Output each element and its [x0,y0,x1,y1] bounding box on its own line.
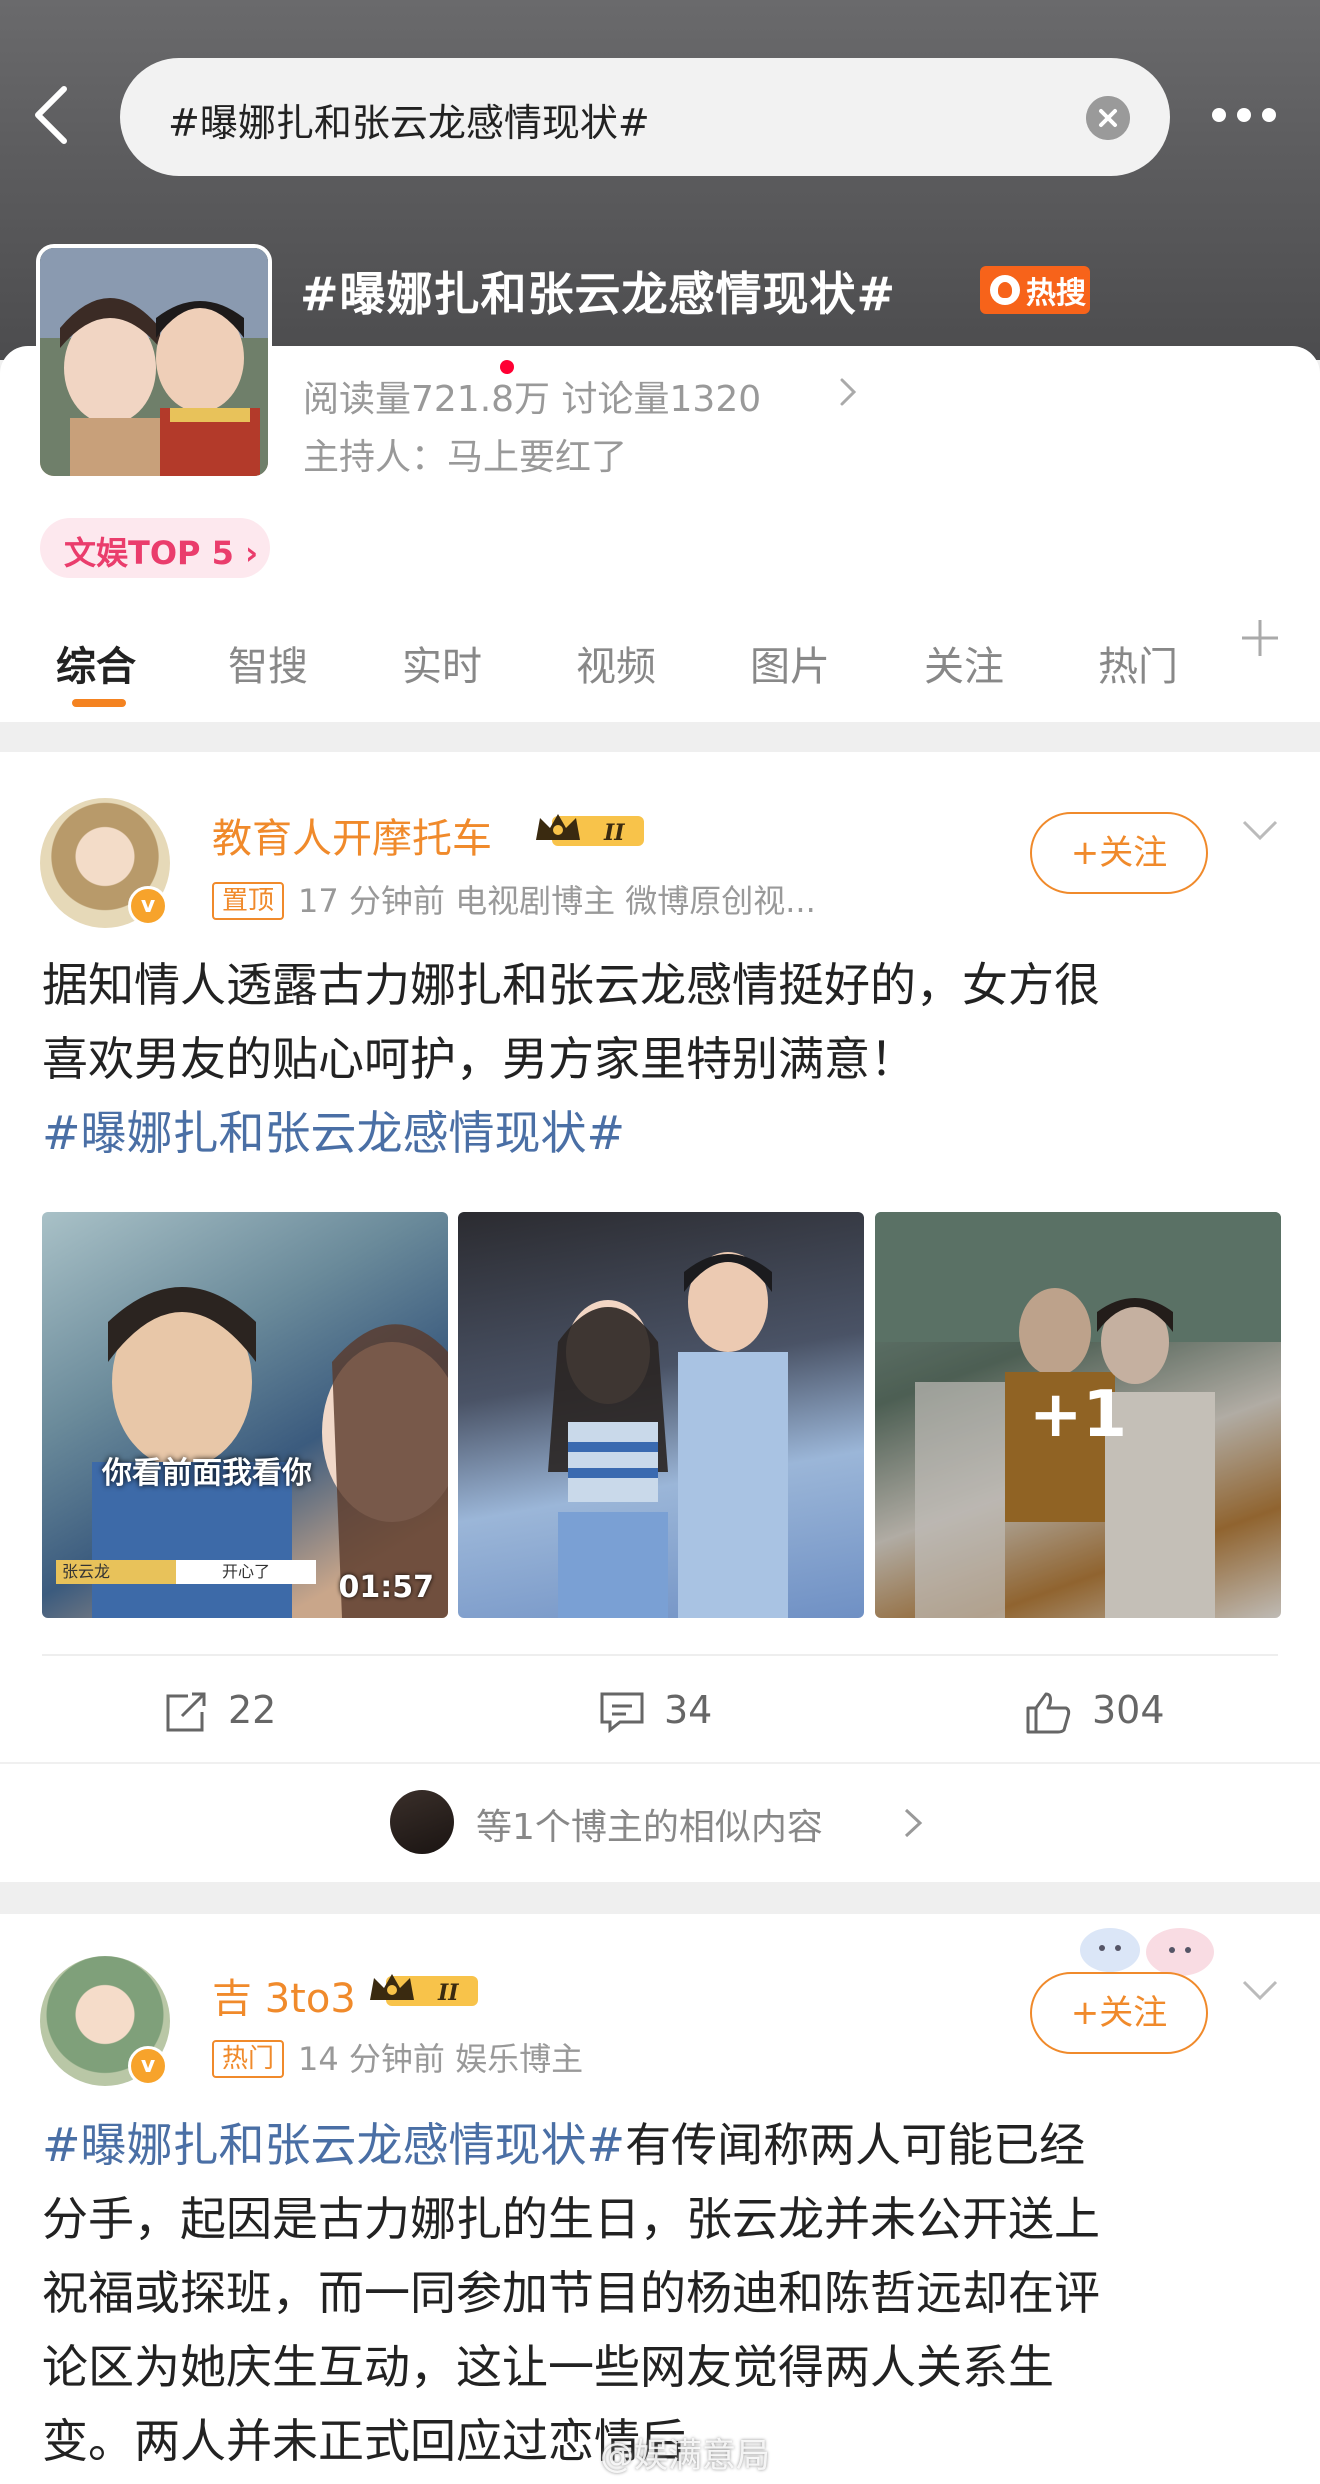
video-frame [92,1287,448,1618]
topic-cover-image [36,244,272,480]
chevron-right-icon[interactable] [902,1806,924,1840]
tab-smart-search[interactable]: 智搜 [228,634,308,692]
video-caption-text: 开心了 [176,1560,316,1584]
post-meta: 置顶 17 分钟前 电视剧博主 微博原创视... [212,876,816,922]
hot-tag: 热门 [212,2040,285,2078]
video-duration: 01:57 [338,1570,435,1605]
chevron-down-icon[interactable] [1240,818,1280,842]
search-input[interactable]: #曝娜扎和张云龙感情现状# [168,92,650,147]
rank-badge[interactable]: 文娱TOP 5 › [40,518,270,578]
post-text: #曝娜扎和张云龙感情现状#有传闻称两人可能已经 分手，起因是古力娜扎的生日，张云… [42,2118,1100,2468]
more-images-count: +1 [875,1212,1281,1618]
like-count[interactable]: 304 [1092,1688,1165,1732]
tab-images[interactable]: 图片 [750,634,830,692]
photo-frame [548,1252,788,1618]
repost-count[interactable]: 22 [228,1688,276,1732]
post-meta: 热门 14 分钟前 娱乐博主 [212,2034,583,2080]
post-image-thumbnail[interactable] [458,1212,864,1618]
clear-search-icon[interactable] [1086,96,1130,140]
tab-bar: 综合 智搜 实时 视频 图片 关注 热门 [0,616,1320,712]
post-image-thumbnail[interactable]: +1 [875,1212,1281,1618]
hot-search-badge: 热搜 [980,266,1090,314]
level-crown-icon: II [370,1974,478,2006]
post-text: 据知情人透露古力娜扎和张云龙感情挺好的，女方很 喜欢男友的贴心呵护，男方家里特别… [42,948,1282,1170]
tab-realtime[interactable]: 实时 [402,634,482,692]
back-arrow-icon[interactable] [32,85,72,145]
like-icon[interactable] [1024,1690,1072,1734]
watermark: @娱满意局 [600,2436,770,2476]
repost-icon[interactable] [162,1690,210,1734]
topic-stats: 阅读量721.8万 讨论量1320 [303,379,762,420]
post-card[interactable]: v 教育人开摩托车 II 置顶 17 分钟前 电视剧博主 微博原创视... +关注… [0,752,1320,1882]
tab-video[interactable]: 视频 [576,634,656,692]
flame-icon [990,275,1020,305]
similar-content-text[interactable]: 等1个博主的相似内容 [476,1798,823,1850]
post-video-thumbnail[interactable]: 你看前面我看你 张云龙 开心了 01:57 [42,1212,448,1618]
divider [42,1654,1278,1656]
svg-text:II: II [603,820,625,846]
tab-comprehensive[interactable]: 综合 [56,634,136,692]
video-subtitle: 你看前面我看你 [102,1456,312,1491]
topic-hashtag-link[interactable]: #曝娜扎和张云龙感情现状# [42,2118,625,2172]
chevron-down-icon[interactable] [1240,1978,1280,2002]
similar-avatar [390,1790,454,1854]
follow-button[interactable]: +关注 [1030,1972,1208,2054]
pinned-tag: 置顶 [212,882,285,920]
level-crown-icon: II [536,814,644,846]
topic-hashtag-link[interactable]: #曝娜扎和张云龙感情现状# [42,1096,1282,1170]
topic-title: #曝娜扎和张云龙感情现状# [300,267,897,321]
tab-popular[interactable]: 热门 [1098,634,1180,692]
cover-photo [40,248,268,476]
search-bar[interactable]: #曝娜扎和张云龙感情现状# [120,58,1170,176]
post-username[interactable]: 吉 3to3 [212,1966,356,2024]
comment-icon[interactable] [598,1690,646,1734]
comment-count[interactable]: 34 [664,1688,712,1732]
svg-text:II: II [437,1980,459,2006]
follow-button[interactable]: +关注 [1030,812,1208,894]
post-card[interactable]: v 吉 3to3 II 热门 14 分钟前 娱乐博主 +关注 #曝娜扎和张云龙感情… [0,1914,1320,2484]
new-content-dot [500,360,514,374]
verified-icon: v [128,2046,168,2086]
active-tab-indicator [72,699,126,707]
tab-following[interactable]: 关注 [924,634,1004,692]
chevron-right-icon[interactable] [836,376,860,408]
more-options-icon[interactable] [1210,100,1280,130]
post-username[interactable]: 教育人开摩托车 [212,806,492,864]
plus-icon[interactable] [1238,616,1282,660]
video-caption-name: 张云龙 [56,1560,176,1584]
topic-host: 主持人：马上要红了 [303,437,628,478]
similar-content-row[interactable]: 等1个博主的相似内容 [0,1762,1320,1882]
verified-icon: v [128,886,168,926]
